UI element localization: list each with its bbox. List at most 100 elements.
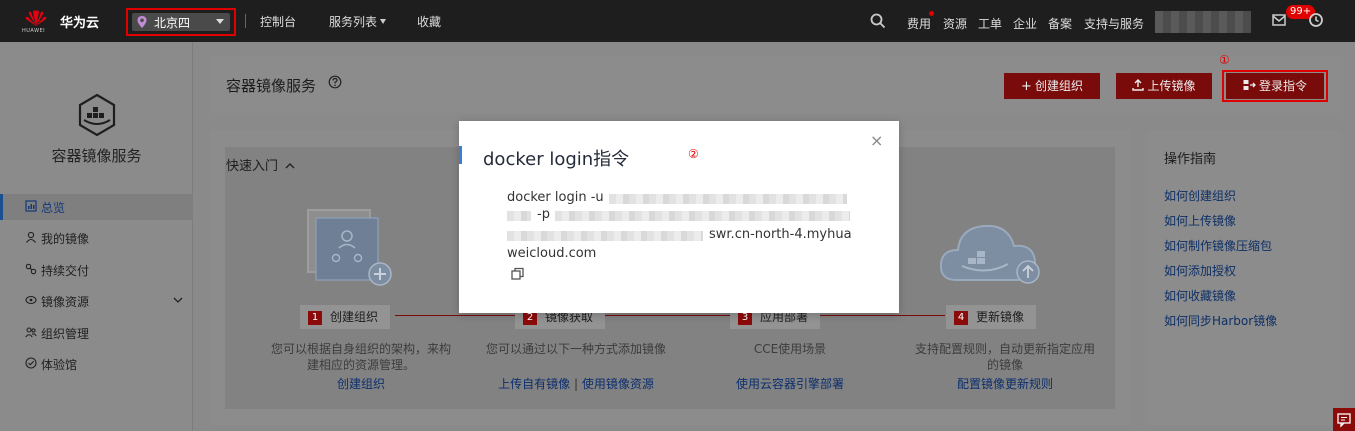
redacted-password-tail [507, 231, 703, 241]
login-command-button[interactable]: 登录指令 [1226, 73, 1324, 99]
nav-enterprise[interactable]: 企业 [1013, 15, 1037, 32]
copy-icon[interactable] [511, 267, 525, 281]
sidebar-item-label: 镜像资源 [41, 295, 90, 309]
nav-support[interactable]: 支持与服务 [1084, 15, 1144, 32]
use-image-resources-link[interactable]: 使用镜像资源 [582, 377, 654, 391]
redacted-username [609, 194, 847, 204]
create-org-link[interactable]: 创建组织 [337, 377, 385, 391]
dialog-title: docker login指令 [483, 149, 630, 170]
create-org-button[interactable]: + 创建组织 [1004, 73, 1100, 99]
sidebar-item-experience-hall[interactable]: 体验馆 [0, 351, 193, 377]
step-1-links: 创建组织 [261, 375, 461, 392]
close-icon[interactable]: × [870, 131, 883, 150]
sidebar-item-image-resources[interactable]: 镜像资源 [0, 288, 193, 314]
upload-image-label: 上传镜像 [1147, 79, 1196, 93]
region-highlight-frame: 北京四 [126, 8, 236, 36]
guide-link-favorite-image[interactable]: 如何收藏镜像 [1164, 287, 1236, 304]
terminal-icon [1243, 80, 1256, 90]
nav-console[interactable]: 控制台 [260, 13, 296, 30]
region-selector[interactable]: 北京四 [132, 13, 230, 31]
step-2-description: 您可以通过以下一种方式添加镜像 [486, 342, 667, 356]
chevron-down-icon [380, 19, 387, 24]
sidebar-item-overview[interactable]: 总览 [0, 194, 193, 220]
feedback-button[interactable] [1333, 408, 1355, 431]
guide-link-harbor-sync[interactable]: 如何同步Harbor镜像 [1164, 312, 1277, 329]
sidebar-item-continuous-delivery[interactable]: 持续交付 [0, 257, 193, 283]
sidebar-item-label: 我的镜像 [41, 232, 90, 246]
clock-icon[interactable] [1308, 12, 1324, 28]
step-4: 4 更新镜像 [946, 305, 1037, 329]
create-org-label: 创建组织 [1034, 79, 1083, 93]
guide-title: 操作指南 [1164, 152, 1217, 167]
update-image-cloud-icon [939, 224, 1040, 284]
step-number: 1 [308, 311, 322, 325]
upload-icon [1132, 79, 1145, 91]
user-account-redacted[interactable] [1155, 11, 1251, 33]
step-number: 2 [523, 311, 537, 325]
experience-icon [25, 357, 37, 369]
guide-link-add-auth[interactable]: 如何添加授权 [1164, 262, 1236, 279]
image-update-rules-link[interactable]: 配置镜像更新规则 [957, 377, 1053, 391]
step-4-description: 支持配置规则，自动更新指定应用的镜像 [915, 342, 1096, 372]
search-icon[interactable] [870, 13, 886, 29]
nav-resources[interactable]: 资源 [943, 15, 967, 32]
upload-image-button[interactable]: 上传镜像 [1116, 73, 1212, 99]
service-title: 容器镜像服务 [51, 147, 142, 165]
sidebar-item-my-images[interactable]: 我的镜像 [0, 225, 193, 251]
docker-login-dialog: docker login指令 ② × docker login -u -p sw… [459, 121, 899, 313]
quick-start-title[interactable]: 快速入门 [226, 155, 295, 174]
create-org-illustration-icon [307, 209, 392, 286]
nav-filing[interactable]: 备案 [1048, 15, 1072, 32]
region-label: 北京四 [154, 16, 191, 30]
nav-billing[interactable]: 费用 [907, 15, 931, 32]
link-separator: | [570, 377, 582, 391]
step-number: 3 [738, 311, 752, 325]
location-pin-icon [137, 16, 147, 28]
upload-own-image-link[interactable]: 上传自有镜像 [498, 377, 570, 391]
help-icon[interactable] [328, 75, 342, 89]
user-icon [26, 231, 36, 243]
brand-name[interactable]: 华为云 [60, 12, 99, 31]
step-3-links: 使用云容器引擎部署 [690, 375, 890, 392]
sidebar-item-label: 组织管理 [41, 327, 90, 341]
nav-tickets[interactable]: 工单 [978, 15, 1002, 32]
chevron-down-icon[interactable] [173, 296, 183, 304]
page-title: 容器镜像服务 [226, 77, 317, 95]
chevron-down-icon [216, 19, 224, 24]
nav-service-list-label: 服务列表 [329, 15, 378, 29]
guide-link-upload-image[interactable]: 如何上传镜像 [1164, 212, 1236, 229]
cmd-host-part1: swr.cn-north-4.myhua [709, 227, 852, 242]
step-label: 创建组织 [330, 310, 379, 324]
sidebar-item-org-management[interactable]: 组织管理 [0, 320, 193, 346]
step-label: 更新镜像 [976, 310, 1025, 324]
step-1-description: 您可以根据自身组织的架构，来构建相应的资源管理。 [271, 342, 452, 372]
steps-connector-line [395, 315, 945, 316]
annotation-marker-1: ① [1219, 53, 1230, 67]
step-number: 4 [954, 311, 968, 325]
sidebar-item-label: 体验馆 [41, 358, 78, 372]
deploy-with-cce-link[interactable]: 使用云容器引擎部署 [736, 377, 844, 391]
overview-icon [25, 200, 37, 212]
container-registry-icon [78, 93, 116, 137]
nav-divider [245, 14, 246, 28]
step-1: 1 创建组织 [300, 305, 391, 329]
top-navbar: HUAWEI 华为云 北京四 控制台 服务列表 收藏 费用 资源 工单 企业 备… [0, 0, 1355, 42]
plus-icon: + [1021, 79, 1032, 94]
guide-link-create-org[interactable]: 如何创建组织 [1164, 187, 1236, 204]
chevron-up-icon [285, 163, 295, 169]
message-icon[interactable] [1272, 13, 1286, 27]
step-4-links: 配置镜像更新规则 [905, 375, 1105, 392]
sidebar-item-label: 持续交付 [41, 264, 90, 278]
redacted-password [555, 211, 850, 221]
sidebar-item-label: 总览 [41, 201, 66, 215]
redacted-username-tail [507, 211, 531, 221]
nav-service-list[interactable]: 服务列表 [329, 13, 387, 30]
cmd-host-part2: weicloud.com [507, 246, 597, 261]
cmd-password-flag: -p [537, 207, 550, 222]
logo-text: HUAWEI [22, 28, 46, 34]
guide-link-image-package[interactable]: 如何制作镜像压缩包 [1164, 237, 1272, 254]
step-2-links: 上传自有镜像 | 使用镜像资源 [476, 375, 676, 392]
cmd-login-prefix[interactable]: docker login -u [507, 190, 604, 205]
nav-favorites[interactable]: 收藏 [417, 13, 441, 30]
notification-dot [929, 11, 934, 16]
